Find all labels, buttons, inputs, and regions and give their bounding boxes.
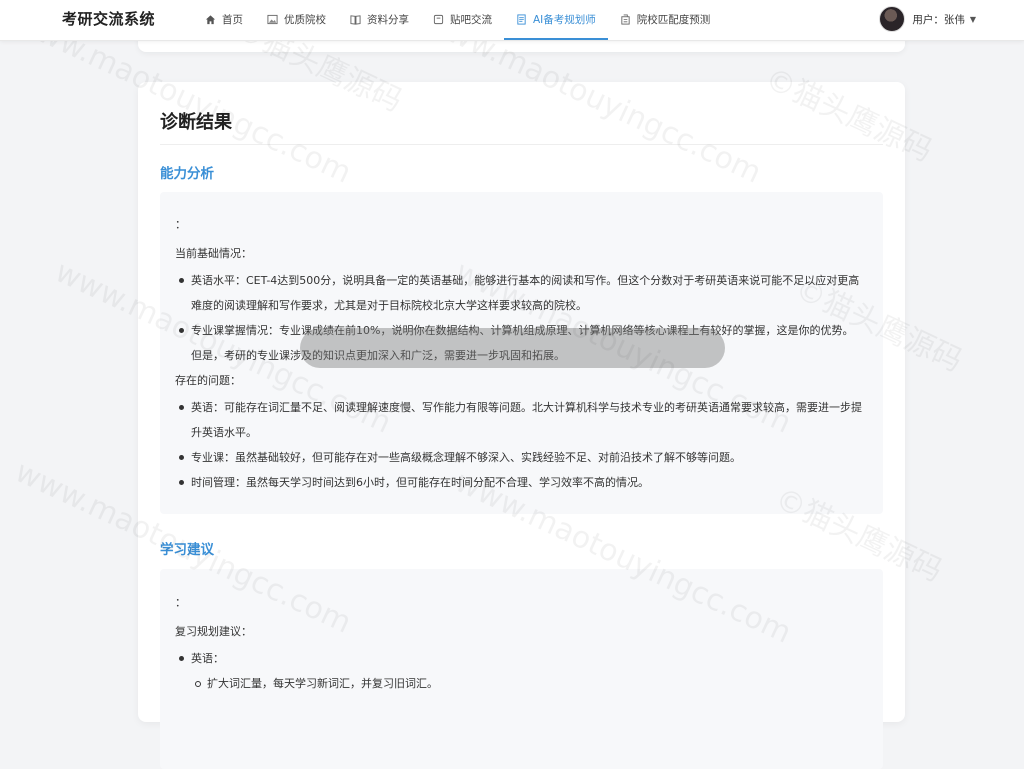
nav-ai-planner[interactable]: AI备考规划师 [504,0,608,40]
nav-materials[interactable]: 资料分享 [338,0,421,40]
nav-home[interactable]: 首页 [193,0,255,40]
image-icon [267,14,278,24]
nav-match-predict-label: 院校匹配度预测 [636,13,711,26]
section-advice-heading: 学习建议 [160,542,214,558]
nav-match-predict[interactable]: 院校匹配度预测 [608,0,723,40]
avatar[interactable] [879,6,906,32]
brand-title[interactable]: 考研交流系统 [62,0,155,38]
document-icon [517,13,526,25]
nav-forum[interactable]: 贴吧交流 [421,0,504,40]
loading-toast [300,328,725,368]
top-navbar: 考研交流系统 首页 优质院校 资料分享 贴吧交流 AI备考规划师 院校匹配度预测… [0,0,1024,41]
list-item: 英语： 扩大词汇量，每天学习新词汇，并复习旧词汇。 [175,646,863,696]
english-label: 英语： [191,652,224,665]
advice-list: 英语： 扩大词汇量，每天学习新词汇，并复习旧词汇。 [175,646,863,696]
list-item: 时间管理：虽然每天学习时间达到6小时，但可能存在时间分配不合理、学习效率不高的情… [175,470,863,495]
problems-list: 英语：可能存在词汇量不足、阅读理解速度慢、写作能力有限等问题。北大计算机科学与技… [175,395,863,495]
home-icon [205,14,216,24]
section-ability-heading: 能力分析 [160,166,214,182]
chat-icon [433,14,444,24]
advice-colon: ： [175,596,186,609]
list-item: 扩大词汇量，每天学习新词汇，并复习旧词汇。 [191,671,863,696]
main-nav: 首页 优质院校 资料分享 贴吧交流 AI备考规划师 院校匹配度预测 [193,0,722,40]
user-menu[interactable]: 用户：张伟 ▼ [879,5,976,33]
problems-title: 存在的问题： [175,374,241,387]
list-item: 英语水平：CET-4达到500分，说明具备一定的英语基础，能够进行基本的阅读和写… [175,268,863,318]
list-item: 专业课：虽然基础较好，但可能存在对一些高级概念理解不够深入、实践经验不足、对前沿… [175,445,863,470]
nav-ai-planner-label: AI备考规划师 [533,13,596,26]
nav-forum-label: 贴吧交流 [450,13,492,26]
list-item: 英语：可能存在词汇量不足、阅读理解速度慢、写作能力有限等问题。北大计算机科学与技… [175,395,863,445]
nav-schools-label: 优质院校 [284,13,326,26]
plan-title: 复习规划建议： [175,625,252,638]
english-sublist: 扩大词汇量，每天学习新词汇，并复习旧词汇。 [191,671,863,696]
user-name: 用户：张伟 [912,13,965,26]
basis-title: 当前基础情况： [175,247,252,260]
nav-home-label: 首页 [222,13,243,26]
result-card: 诊断结果 能力分析 ： 当前基础情况： 英语水平：CET-4达到500分，说明具… [138,82,905,769]
caret-down-icon: ▼ [969,14,976,24]
nav-materials-label: 资料分享 [367,13,409,26]
ability-colon: ： [175,218,186,231]
book-icon [350,14,361,25]
page-title: 诊断结果 [160,112,232,133]
divider [160,144,883,145]
study-advice-box: ： 复习规划建议： 英语： 扩大词汇量，每天学习新词汇，并复习旧词汇。 [160,569,883,769]
building-icon [621,14,630,25]
nav-schools[interactable]: 优质院校 [255,0,338,40]
